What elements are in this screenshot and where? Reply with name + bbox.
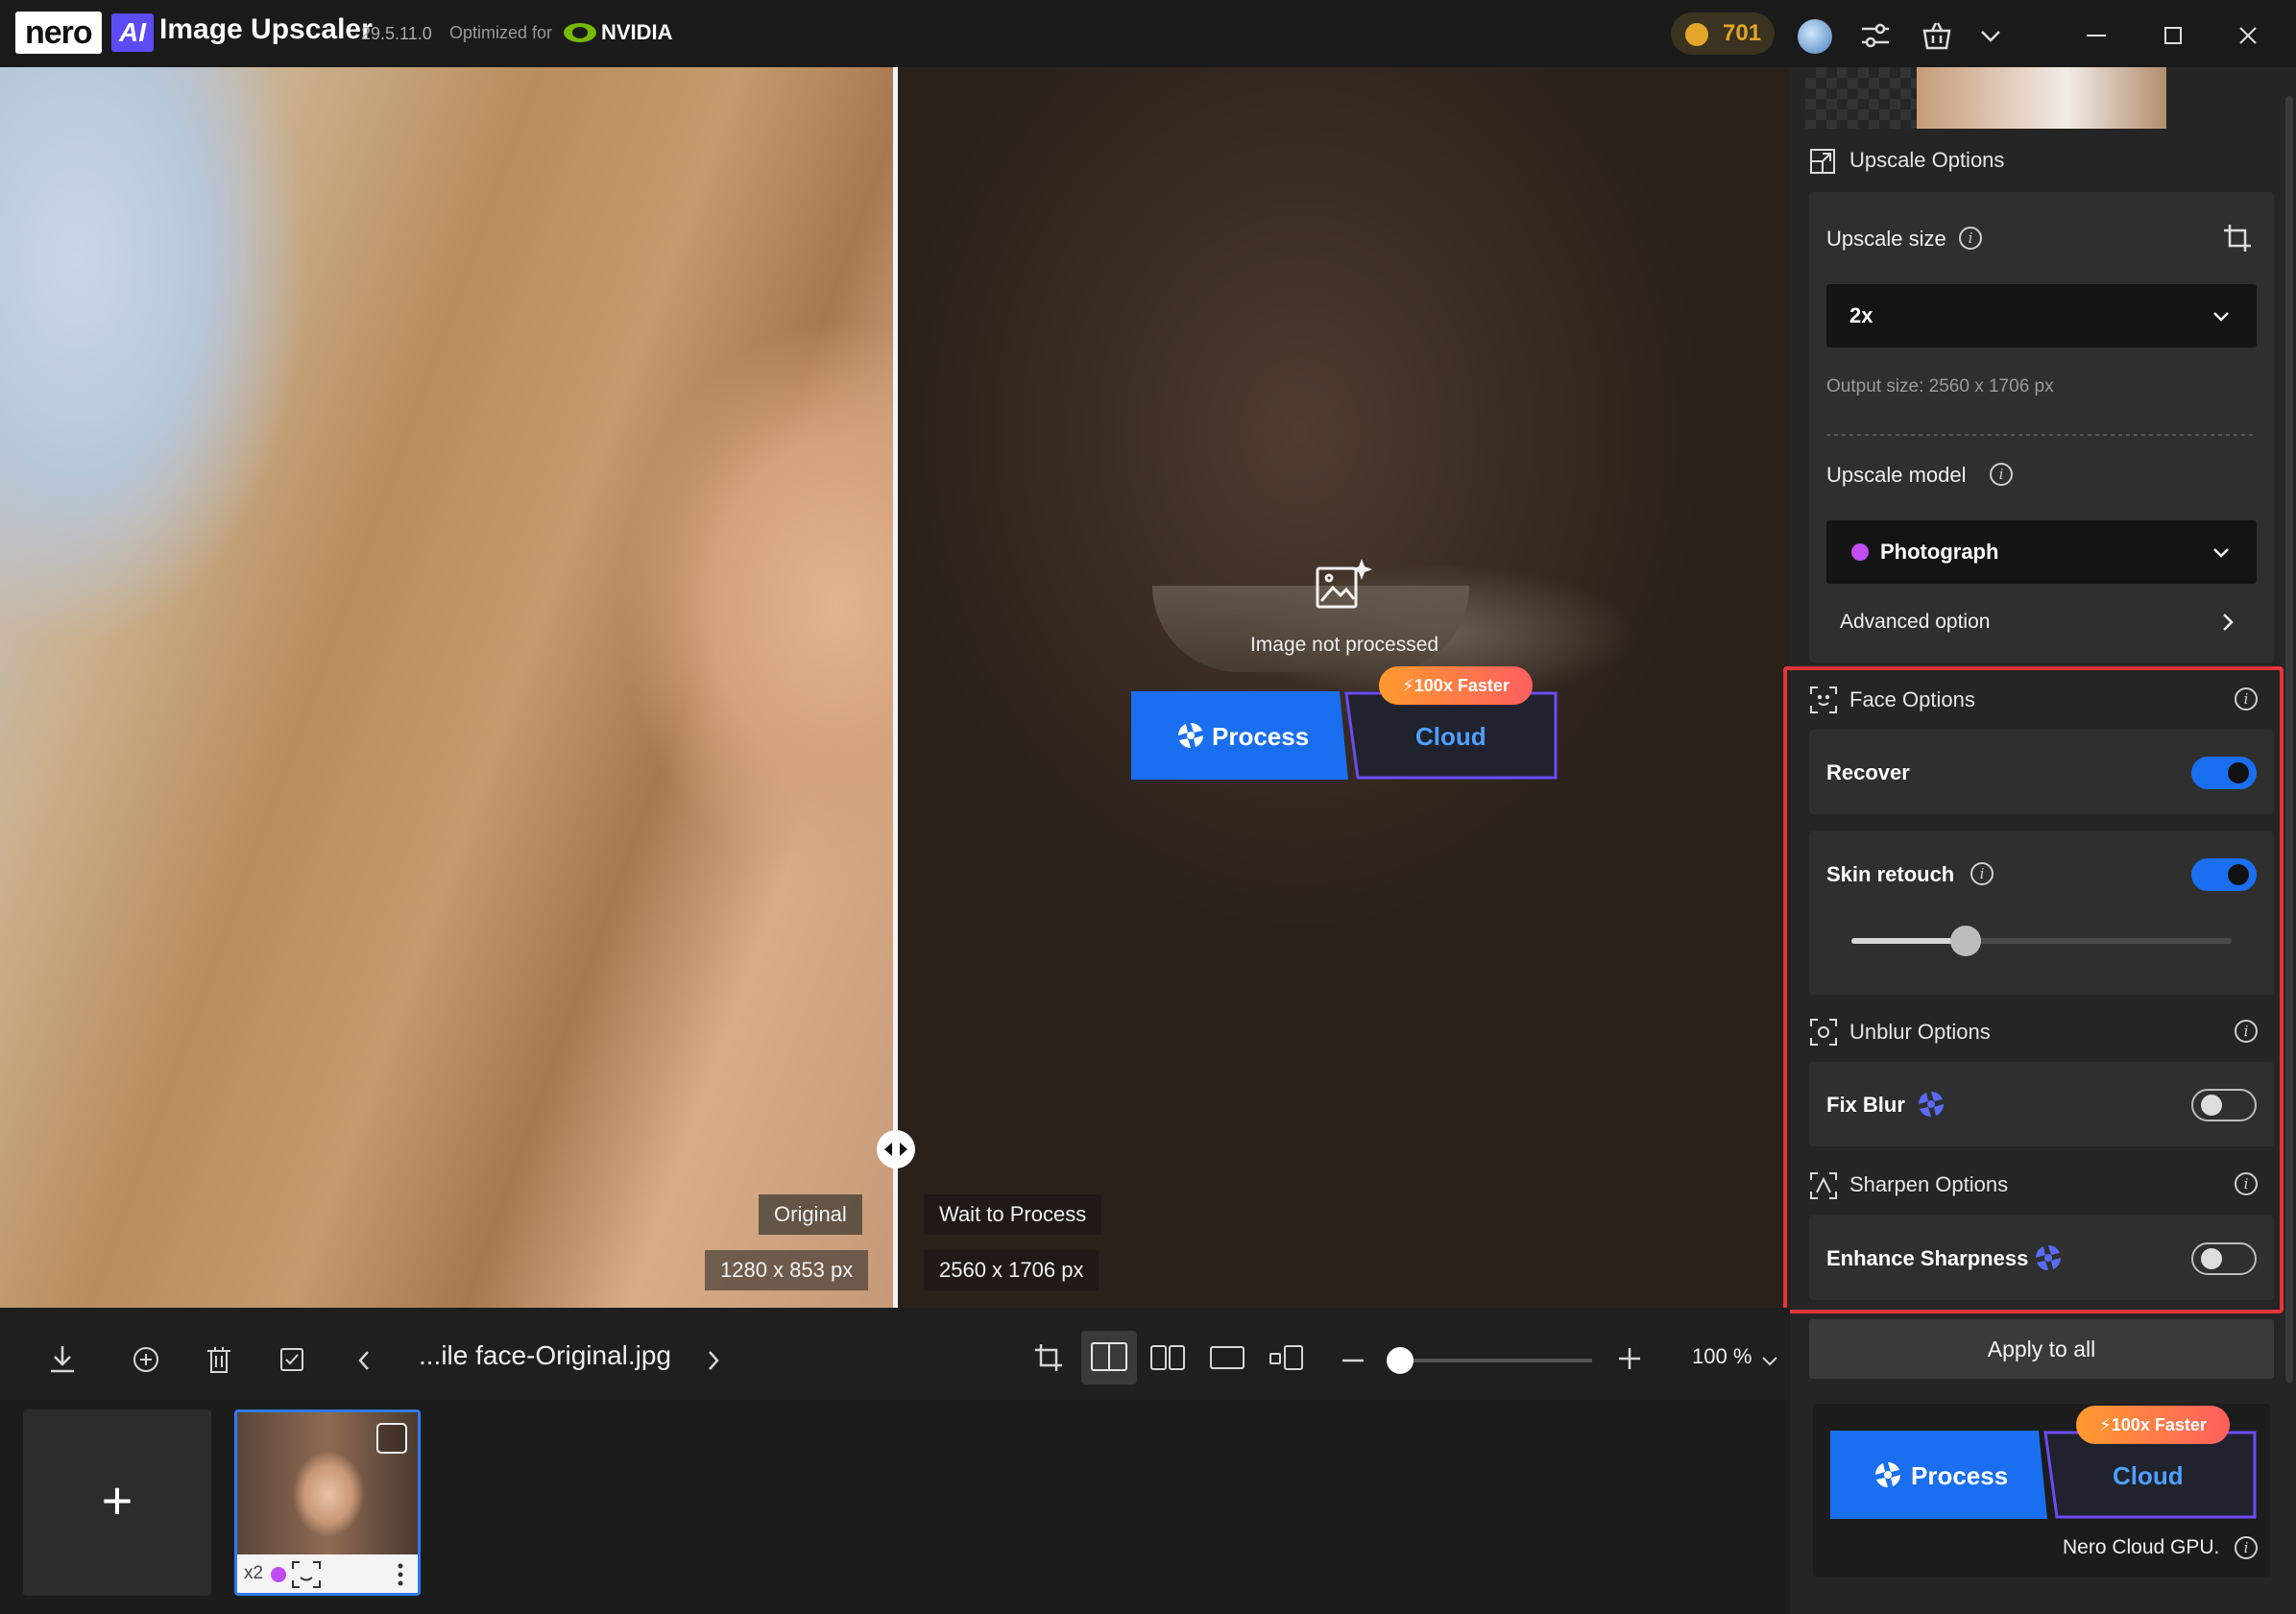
teeth-area [1152, 586, 1469, 672]
nvidia-logo: NVIDIA [601, 20, 673, 44]
info-icon[interactable]: i [1959, 227, 1982, 250]
nvidia-eye-icon [564, 23, 596, 42]
bolt-icon: ⚡ [2099, 1415, 2112, 1434]
upscale-model-label: Upscale model [1826, 463, 1967, 487]
basket-icon[interactable] [1921, 19, 1953, 52]
single-view-icon[interactable] [1208, 1342, 1246, 1373]
original-label: Original [759, 1194, 862, 1235]
panel-cloud-label: Cloud [2113, 1461, 2184, 1490]
ai-badge: AI [111, 13, 154, 52]
app-title: Image Upscaler [159, 13, 373, 45]
bottom-toolbar [0, 1308, 1790, 1400]
chevron-down-icon [2213, 312, 2229, 322]
aperture-icon [1875, 1462, 1900, 1487]
crop-icon[interactable] [1033, 1342, 1064, 1373]
panel-preview-image [1917, 67, 2166, 129]
wait-label: Wait to Process [924, 1194, 1102, 1235]
thumbnail-footer [237, 1554, 418, 1593]
close-icon[interactable] [2234, 21, 2262, 50]
upscale-icon [1810, 149, 1835, 174]
output-size-label: 2560 x 1706 px [924, 1250, 1100, 1290]
file-name: ...ile face-Original.jpg [419, 1340, 672, 1370]
panel-faster-badge-label: 100x Faster [2111, 1415, 2207, 1434]
optimized-for-text: Optimized for [449, 23, 553, 42]
sliders-icon[interactable] [1859, 19, 1892, 52]
select-all-icon[interactable] [277, 1344, 307, 1375]
chevron-down-icon[interactable] [1759, 1350, 1780, 1371]
chevron-left-icon[interactable] [351, 1346, 376, 1375]
chevron-right-icon [2223, 614, 2234, 631]
chevron-down-icon[interactable] [1976, 21, 2005, 50]
zoom-value[interactable]: 100 % [1692, 1344, 1752, 1369]
upscale-model-value: Photograph [1880, 540, 1999, 564]
panel-faster-badge: ⚡100x Faster [2076, 1406, 2230, 1444]
bolt-icon: ⚡ [1402, 676, 1414, 695]
aperture-icon [1178, 723, 1203, 748]
thumbnail-checkbox[interactable] [376, 1423, 407, 1454]
advanced-option-label: Advanced option [1840, 611, 1991, 633]
thumbnail-model-dot [271, 1567, 286, 1582]
output-size-text: Output size: 2560 x 1706 px [1826, 376, 2054, 397]
model-color-dot [1851, 543, 1869, 561]
apply-to-all-button[interactable]: Apply to all [1809, 1319, 2274, 1379]
highlight-frame [1783, 666, 2284, 1313]
divider [1826, 434, 2257, 436]
cloud-gpu-text: Nero Cloud GPU. [2063, 1536, 2220, 1558]
panel-process-label: Process [1911, 1461, 2009, 1490]
preview-image [897, 67, 1790, 1308]
split-view-button[interactable] [1081, 1331, 1137, 1385]
info-icon[interactable]: i [1990, 463, 2013, 486]
process-button-label: Process [1212, 722, 1310, 751]
upscale-options-title: Upscale Options [1849, 148, 2005, 172]
app-version: 29.5.11.0 [361, 24, 432, 43]
zoom-slider[interactable] [1392, 1359, 1592, 1362]
zoom-slider-knob[interactable] [1387, 1347, 1414, 1374]
split-divider[interactable] [893, 67, 898, 1308]
minimize-icon[interactable] [2082, 21, 2111, 50]
add-circle-icon[interactable] [131, 1344, 161, 1375]
side-by-side-icon[interactable] [1148, 1342, 1187, 1373]
original-size: 1280 x 853 px [705, 1250, 869, 1290]
split-handle[interactable] [877, 1130, 915, 1168]
add-image-button[interactable]: + [23, 1409, 211, 1596]
avatar[interactable] [1798, 19, 1832, 54]
thumbnail-view-icon[interactable] [1268, 1342, 1306, 1373]
chevron-down-icon [2213, 548, 2229, 558]
coin-icon [1685, 23, 1708, 46]
upscale-card [1809, 192, 2274, 662]
upscale-size-dropdown[interactable] [1826, 284, 2257, 348]
panel-scrollbar[interactable] [2285, 96, 2293, 1383]
zoom-out-icon[interactable] [1339, 1346, 1367, 1375]
status-text: Image not processed [1249, 634, 1439, 656]
maximize-icon[interactable] [2159, 21, 2187, 50]
split-view-icon [1091, 1342, 1127, 1371]
original-image [0, 67, 897, 1308]
nero-logo: nero [15, 12, 102, 54]
face-scan-icon [292, 1561, 321, 1588]
faster-badge: ⚡100x Faster [1379, 666, 1533, 705]
chevron-right-icon[interactable] [701, 1346, 726, 1375]
thumbnail-scale: x2 [244, 1563, 264, 1583]
upscale-size-value: 2x [1849, 303, 1873, 327]
upscale-size-label: Upscale size [1826, 227, 1946, 251]
image-sparkle-icon [1316, 559, 1372, 609]
split-arrows-icon [884, 1143, 907, 1156]
more-vertical-icon[interactable] [394, 1561, 407, 1588]
cloud-button-label: Cloud [1415, 722, 1486, 751]
crop-icon[interactable] [2222, 223, 2253, 253]
info-icon[interactable]: i [2235, 1536, 2258, 1559]
trash-icon[interactable] [204, 1344, 234, 1375]
title-bar: nero AI Image Upscaler 29.5.11.0 Optimiz… [0, 0, 2296, 67]
faster-badge-label: 100x Faster [1414, 676, 1510, 695]
export-icon[interactable] [46, 1342, 79, 1375]
zoom-in-icon[interactable] [1615, 1344, 1644, 1373]
